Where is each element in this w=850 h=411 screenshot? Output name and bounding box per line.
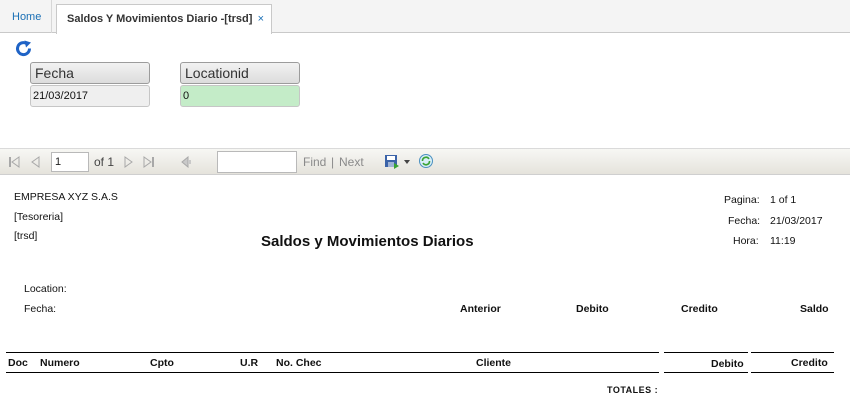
tab-home[interactable]: Home xyxy=(0,0,52,33)
fecha-value: 21/03/2017 xyxy=(770,215,823,227)
header-credito: Credito xyxy=(681,303,718,315)
report-toolbar: 1 of 1 Find | Next xyxy=(0,148,850,175)
first-page-icon[interactable] xyxy=(8,156,20,168)
col-numero: Numero xyxy=(40,357,80,369)
header-anterior: Anterior xyxy=(460,303,501,315)
toolbar-separator: | xyxy=(331,155,335,169)
credito-top-rule xyxy=(751,352,834,353)
close-icon[interactable]: × xyxy=(258,13,264,25)
fecha-param-input[interactable]: 21/03/2017 xyxy=(30,85,150,107)
col-debito: Debito xyxy=(711,358,744,370)
pagina-value: 1 of 1 xyxy=(770,194,797,206)
fecha-row-label: Fecha: xyxy=(24,303,57,315)
tab-saldos-movimientos[interactable]: Saldos Y Movimientos Diario -[trsd] × xyxy=(56,4,272,34)
chevron-down-icon[interactable] xyxy=(404,160,410,164)
locationid-param-input[interactable]: 0 xyxy=(180,85,300,107)
debito-bottom-rule xyxy=(664,372,748,373)
find-link[interactable]: Find xyxy=(303,155,326,169)
locationid-param-label: Locationid xyxy=(180,62,300,84)
next-page-icon[interactable] xyxy=(122,156,134,168)
header-debito: Debito xyxy=(576,303,609,315)
tab-strip: Home Saldos Y Movimientos Diario -[trsd]… xyxy=(0,0,850,34)
debito-top-rule xyxy=(664,352,748,353)
refresh-report-icon[interactable] xyxy=(418,153,434,169)
credito-bottom-rule xyxy=(751,372,834,373)
table-bottom-rule xyxy=(6,372,659,373)
header-saldo: Saldo xyxy=(800,303,829,315)
table-top-rule xyxy=(6,352,659,353)
page-count: of 1 xyxy=(94,155,115,169)
department-label: [Tesoreria] xyxy=(14,211,64,223)
report-code: [trsd] xyxy=(14,230,38,242)
col-cliente: Cliente xyxy=(476,357,512,369)
col-cpto: Cpto xyxy=(150,357,174,369)
totales-label: TOTALES : xyxy=(607,385,659,395)
back-icon[interactable] xyxy=(180,156,192,168)
col-nochec: No. Chec xyxy=(276,357,322,369)
col-doc: Doc xyxy=(8,357,28,369)
export-save-icon[interactable] xyxy=(384,154,400,170)
next-link[interactable]: Next xyxy=(339,155,364,169)
location-label: Location: xyxy=(24,283,67,295)
previous-page-icon[interactable] xyxy=(30,156,42,168)
tab-label: Saldos Y Movimientos Diario -[trsd] xyxy=(67,13,253,25)
col-ur: U.R xyxy=(240,357,259,369)
fecha-label: Fecha: xyxy=(728,215,761,227)
hora-label: Hora: xyxy=(733,235,759,247)
fecha-param-label: Fecha xyxy=(30,62,150,84)
page-number-input[interactable]: 1 xyxy=(51,152,89,172)
refresh-icon[interactable] xyxy=(15,40,33,58)
last-page-icon[interactable] xyxy=(143,156,155,168)
find-text-input[interactable] xyxy=(217,151,297,173)
company-name: EMPRESA XYZ S.A.S xyxy=(14,191,118,203)
col-credito: Credito xyxy=(791,357,828,369)
hora-value: 11:19 xyxy=(770,235,796,247)
pagina-label: Pagina: xyxy=(724,194,760,206)
report-title: Saldos y Movimientos Diarios xyxy=(261,233,474,250)
